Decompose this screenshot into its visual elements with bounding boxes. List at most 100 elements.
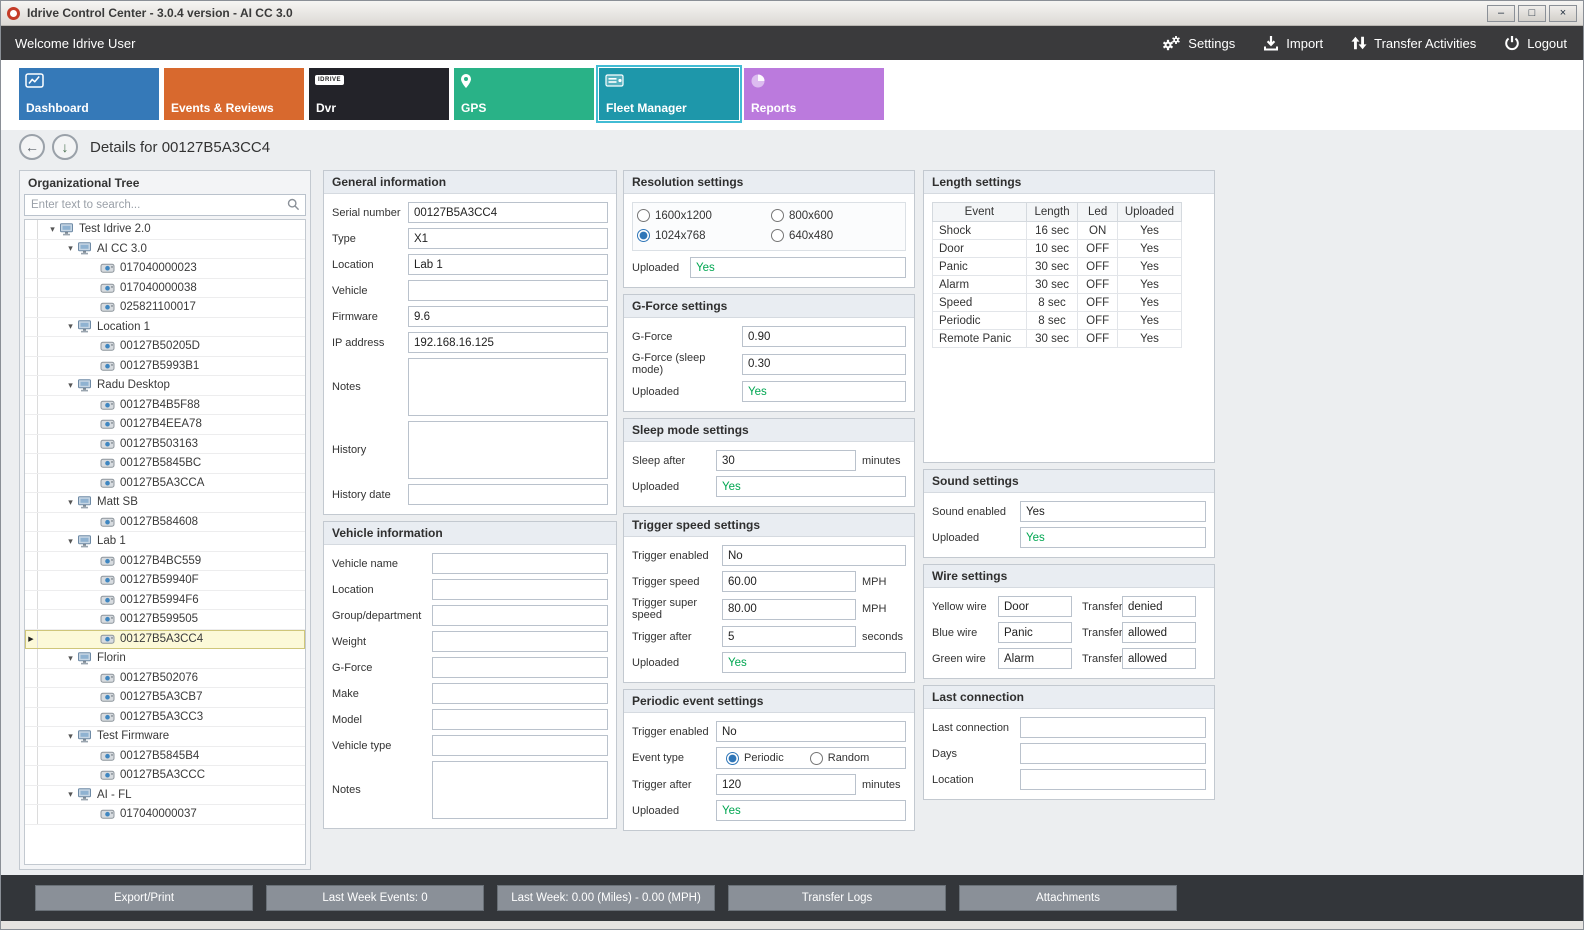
gforce-sleep-input[interactable]: [742, 354, 906, 375]
tree-group-row[interactable]: ▾Test Firmware: [25, 727, 305, 747]
expander-icon[interactable]: ▾: [64, 321, 77, 332]
back-button[interactable]: ←: [19, 134, 45, 160]
firmware-input[interactable]: [408, 306, 608, 327]
length-row[interactable]: Shock16 secONYes: [933, 222, 1182, 240]
tree-device-row[interactable]: 017040000037: [25, 805, 305, 825]
wire-transfer-input[interactable]: [1122, 622, 1196, 643]
tree-device-row[interactable]: 00127B503163: [25, 435, 305, 455]
sleep-after-input[interactable]: [716, 450, 856, 471]
tree-group-row[interactable]: ▾Test Idrive 2.0: [25, 220, 305, 240]
close-button[interactable]: ×: [1549, 5, 1577, 22]
tree-group-row[interactable]: ▾Location 1: [25, 318, 305, 338]
expander-icon[interactable]: ▾: [64, 536, 77, 547]
sleep-uploaded-input[interactable]: [716, 476, 906, 497]
tree-device-row[interactable]: 00127B5845B4: [25, 747, 305, 767]
tree-group-row[interactable]: ▾AI CC 3.0: [25, 240, 305, 260]
wire-device-input[interactable]: [998, 596, 1072, 617]
vehicle-location-input[interactable]: [432, 579, 608, 600]
gforce-uploaded-input[interactable]: [742, 381, 906, 402]
days-input[interactable]: [1020, 743, 1206, 764]
tree-group-row[interactable]: ▾Lab 1: [25, 532, 305, 552]
type-input[interactable]: [408, 228, 608, 249]
radio-icon[interactable]: [810, 752, 823, 765]
transfer-logs-button[interactable]: Transfer Logs: [728, 885, 946, 911]
last-week-events-button[interactable]: Last Week Events: 0: [266, 885, 484, 911]
vehicle-type-input[interactable]: [432, 735, 608, 756]
wire-device-input[interactable]: [998, 648, 1072, 669]
tree-device-row[interactable]: 00127B4B5F88: [25, 396, 305, 416]
tree-device-row[interactable]: 00127B5A3CB7: [25, 688, 305, 708]
length-row[interactable]: Periodic8 secOFFYes: [933, 312, 1182, 330]
expander-icon[interactable]: ▾: [64, 653, 77, 664]
tree-group-row[interactable]: ▾Radu Desktop: [25, 376, 305, 396]
length-row[interactable]: Panic30 secOFFYes: [933, 258, 1182, 276]
expander-icon[interactable]: ▾: [64, 497, 77, 508]
notes-textarea[interactable]: [408, 358, 608, 416]
tab-events[interactable]: Events & Reviews: [164, 68, 304, 120]
resolution-option[interactable]: 640x480: [771, 229, 901, 242]
expander-icon[interactable]: ▾: [64, 380, 77, 391]
last-week-stats-button[interactable]: Last Week: 0.00 (Miles) - 0.00 (MPH): [497, 885, 715, 911]
vehicle-input[interactable]: [408, 280, 608, 301]
radio-icon[interactable]: [771, 229, 784, 242]
tree-device-row[interactable]: 00127B50205D: [25, 337, 305, 357]
vehicle-gforce-input[interactable]: [432, 657, 608, 678]
export-print-button[interactable]: Export/Print: [35, 885, 253, 911]
serial-number-input[interactable]: [408, 202, 608, 223]
gforce-value-input[interactable]: [742, 326, 906, 347]
length-row[interactable]: Alarm30 secOFFYes: [933, 276, 1182, 294]
tab-dvr[interactable]: IDRIVEDvr: [309, 68, 449, 120]
radio-icon[interactable]: [637, 229, 650, 242]
tree-group-row[interactable]: ▾AI - FL: [25, 786, 305, 806]
periodic-trigger-enabled-input[interactable]: [716, 721, 906, 742]
weight-input[interactable]: [432, 631, 608, 652]
tree-device-row[interactable]: 00127B5994F6: [25, 591, 305, 611]
group-department-input[interactable]: [432, 605, 608, 626]
tab-dashboard[interactable]: Dashboard: [19, 68, 159, 120]
tree-device-row[interactable]: 00127B5845BC: [25, 454, 305, 474]
resolution-option[interactable]: 1024x768: [637, 229, 767, 242]
trigger-super-speed-input[interactable]: [722, 599, 856, 620]
tree-device-row[interactable]: 017040000023: [25, 259, 305, 279]
length-row[interactable]: Door10 secOFFYes: [933, 240, 1182, 258]
sound-enabled-input[interactable]: [1020, 501, 1206, 522]
import-action[interactable]: Import: [1263, 35, 1323, 51]
make-input[interactable]: [432, 683, 608, 704]
history-date-input[interactable]: [408, 484, 608, 505]
wire-transfer-input[interactable]: [1122, 596, 1196, 617]
vehicle-notes-textarea[interactable]: [432, 761, 608, 819]
expander-icon[interactable]: ▾: [64, 789, 77, 800]
trigger-enabled-input[interactable]: [722, 545, 906, 566]
logout-action[interactable]: Logout: [1504, 35, 1567, 51]
radio-icon[interactable]: [771, 209, 784, 222]
trigger-uploaded-input[interactable]: [722, 652, 906, 673]
location-input[interactable]: [408, 254, 608, 275]
minimize-button[interactable]: –: [1487, 5, 1515, 22]
expander-icon[interactable]: ▾: [64, 243, 77, 254]
trigger-speed-input[interactable]: [722, 571, 856, 592]
tree-device-row[interactable]: 00127B4BC559: [25, 552, 305, 572]
transfer-activities-action[interactable]: Transfer Activities: [1351, 35, 1476, 51]
last-connection-input[interactable]: [1020, 717, 1206, 738]
tab-reports[interactable]: Reports: [744, 68, 884, 120]
event-type-option[interactable]: Random: [810, 752, 874, 765]
search-input[interactable]: [24, 194, 306, 216]
periodic-uploaded-input[interactable]: [716, 800, 906, 821]
tree-device-row[interactable]: 00127B4EEA78: [25, 415, 305, 435]
trigger-after-input[interactable]: [722, 626, 856, 647]
tree-device-row[interactable]: 00127B599505: [25, 610, 305, 630]
wire-transfer-input[interactable]: [1122, 648, 1196, 669]
tree-device-row[interactable]: 00127B5A3CC3: [25, 708, 305, 728]
tree-group-row[interactable]: ▾Matt SB: [25, 493, 305, 513]
settings-action[interactable]: Settings: [1161, 35, 1235, 52]
wire-device-input[interactable]: [998, 622, 1072, 643]
expander-icon[interactable]: ▾: [46, 224, 59, 235]
periodic-trigger-after-input[interactable]: [716, 774, 856, 795]
vehicle-name-input[interactable]: [432, 553, 608, 574]
sound-uploaded-input[interactable]: [1020, 527, 1206, 548]
attachments-button[interactable]: Attachments: [959, 885, 1177, 911]
event-type-option[interactable]: Periodic: [726, 752, 788, 765]
last-location-input[interactable]: [1020, 769, 1206, 790]
maximize-button[interactable]: □: [1518, 5, 1546, 22]
length-row[interactable]: Speed8 secOFFYes: [933, 294, 1182, 312]
